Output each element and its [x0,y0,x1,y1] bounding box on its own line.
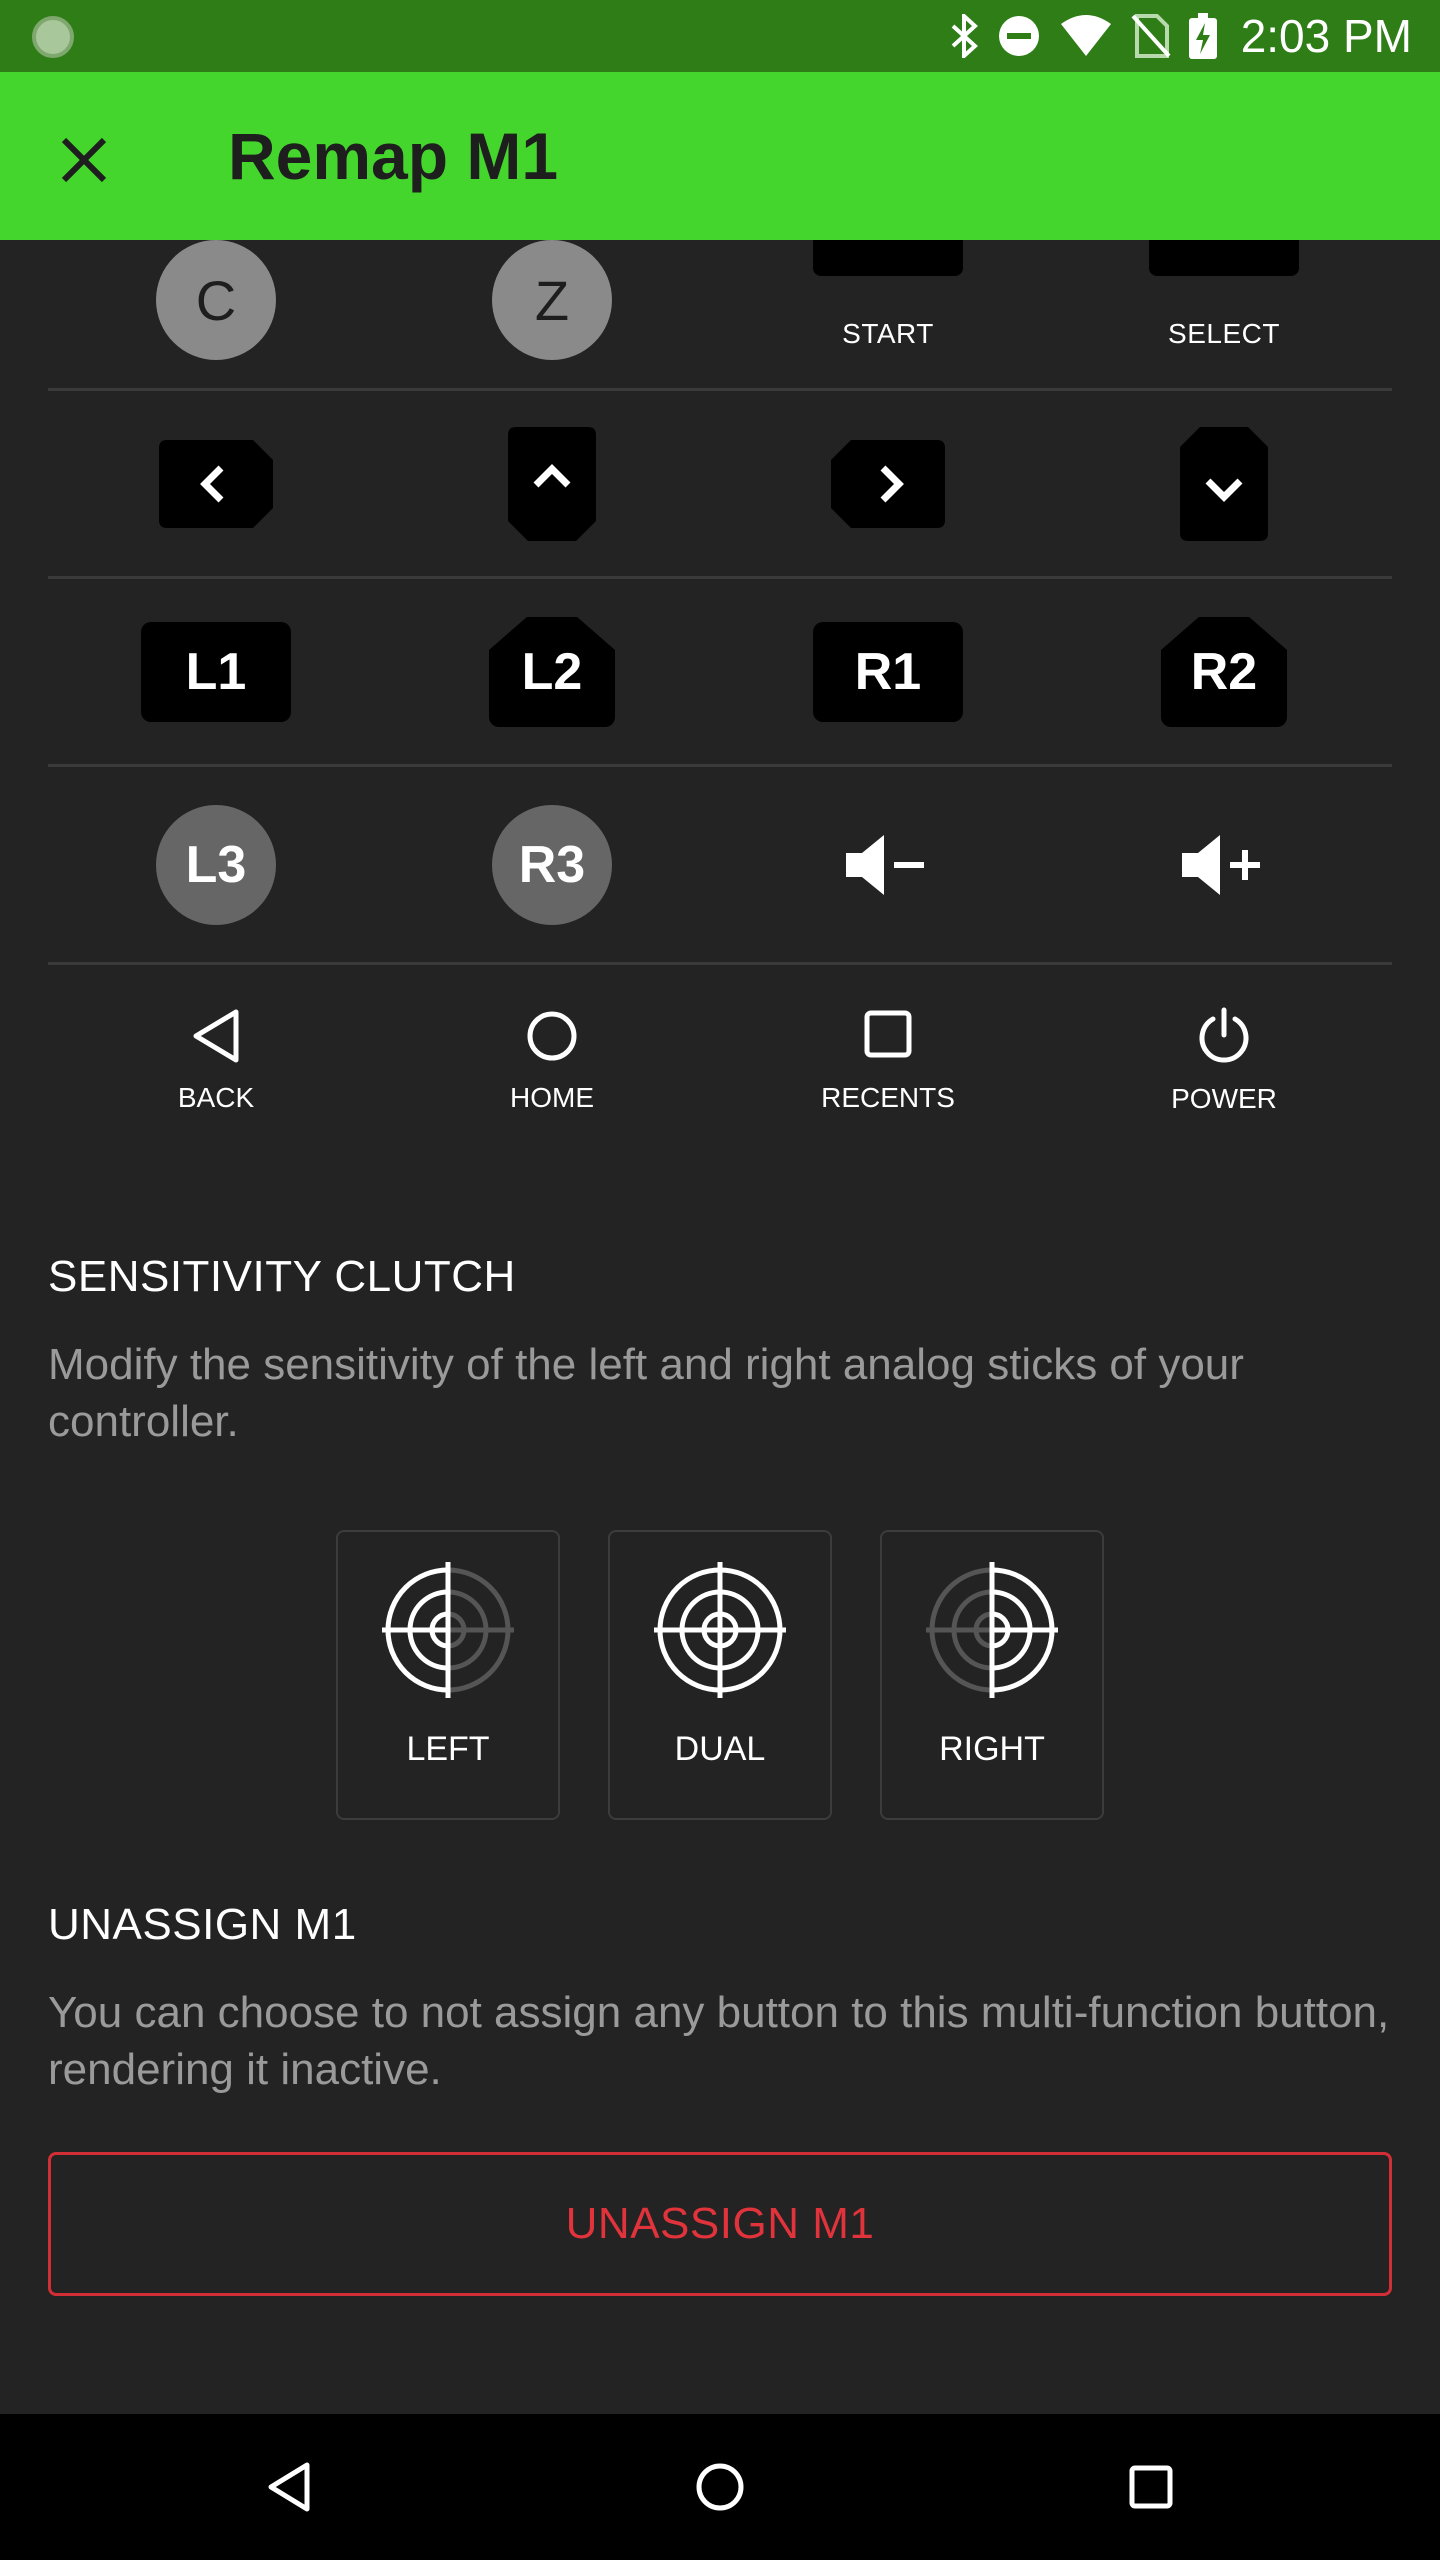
do-not-disturb-icon [998,16,1039,56]
clutch-option-dual[interactable]: DUAL [608,1530,832,1820]
system-button-row: BACK HOME RECENTS POWER [48,966,1392,1156]
nav-back-button[interactable] [252,2450,326,2524]
status-time: 2:03 PM [1240,10,1412,62]
status-bar: 2:03 PM [0,0,1440,72]
recents-square-icon [864,1010,912,1058]
start-label: START [842,318,934,349]
dpad-left-icon [159,440,273,528]
l1-button: L1 [141,622,291,722]
dpad-down-icon [1180,427,1268,541]
volume-up-icon [1182,835,1260,895]
clutch-right-label: RIGHT [939,1730,1045,1768]
remap-option-power[interactable]: POWER [1056,966,1392,1156]
nav-home-icon [696,2463,744,2511]
remap-option-l1[interactable]: L1 [48,580,384,764]
l3-button: L3 [156,805,276,925]
remap-option-select[interactable]: SELECT [1056,240,1392,388]
remap-option-r1[interactable]: R1 [720,580,1056,764]
nav-recents-icon [1129,2465,1173,2509]
divider [48,576,1392,579]
app-icon [32,16,74,58]
remap-option-dpad-up[interactable] [384,392,720,576]
r3-button: R3 [492,805,612,925]
remap-option-dpad-right[interactable] [720,392,1056,576]
volume-down-icon [846,835,924,895]
remap-option-c[interactable]: C [48,240,384,388]
sensitivity-clutch-description: Modify the sensitivity of the left and r… [48,1340,1244,1446]
remap-option-z[interactable]: Z [384,240,720,388]
crosshair-left-icon [382,1562,514,1698]
start-button-graphic [813,240,963,276]
unassign-button[interactable]: UNASSIGN M1 [48,2152,1392,2296]
clutch-option-left[interactable]: LEFT [336,1530,560,1820]
power-label: POWER [1171,1083,1277,1114]
remap-option-volume-up[interactable] [1056,768,1392,962]
home-circle-icon [527,1011,577,1061]
remap-option-dpad-left[interactable] [48,392,384,576]
status-icons: 2:03 PM [949,0,1412,72]
main-content: C Z START SELECT L1 L2 R1 R2 L3 R3 BACK … [0,240,1440,2414]
r1-button: R1 [813,622,963,722]
shoulder-row: L1 L2 R1 R2 [48,580,1392,764]
clutch-dual-label: DUAL [674,1730,766,1768]
sensitivity-clutch-title: SENSITIVITY CLUTCH [48,1252,516,1301]
wifi-icon [1060,15,1111,56]
select-button-graphic [1149,240,1299,276]
r2-button: R2 [1161,617,1287,727]
remap-option-dpad-down[interactable] [1056,392,1392,576]
remap-option-r3[interactable]: R3 [384,768,720,962]
remap-option-volume-down[interactable] [720,768,1056,962]
clutch-option-right[interactable]: RIGHT [880,1530,1104,1820]
recents-label: RECENTS [821,1082,955,1113]
remap-option-recents[interactable]: RECENTS [720,966,1056,1156]
dpad-up-icon [508,427,596,541]
divider [48,388,1392,391]
dpad-row [48,392,1392,576]
nav-back-icon [268,2462,310,2512]
c-button: C [156,240,276,360]
remap-option-r2[interactable]: R2 [1056,580,1392,764]
remap-option-back[interactable]: BACK [48,966,384,1156]
remap-option-home[interactable]: HOME [384,966,720,1156]
unassign-title: UNASSIGN M1 [48,1900,357,1949]
l2-button: L2 [489,617,615,727]
nav-recents-button[interactable] [1114,2450,1188,2524]
crosshair-dual-icon [654,1562,786,1698]
remap-option-l2[interactable]: L2 [384,580,720,764]
crosshair-right-icon [926,1562,1058,1698]
battery-charging-icon [1188,13,1217,59]
back-label: BACK [177,1082,255,1113]
close-icon [61,137,107,183]
no-sim-icon [1131,14,1171,58]
remap-option-l3[interactable]: L3 [48,768,384,962]
select-label: SELECT [1168,318,1280,349]
system-nav-bar [0,2414,1440,2560]
close-button[interactable] [40,116,128,204]
app-bar: Remap M1 [0,72,1440,240]
back-triangle-icon [193,1009,239,1063]
home-label: HOME [510,1082,594,1113]
button-row-1: C Z START SELECT [48,240,1392,388]
divider [48,764,1392,767]
dpad-right-icon [831,440,945,528]
nav-home-button[interactable] [683,2450,757,2524]
page-title: Remap M1 [228,119,559,193]
stick-volume-row: L3 R3 [48,768,1392,962]
remap-option-start[interactable]: START [720,240,1056,388]
power-icon [1199,1007,1249,1063]
clutch-left-label: LEFT [406,1730,490,1768]
unassign-description: You can choose to not assign any button … [48,1988,1390,2094]
z-button: Z [492,240,612,360]
bluetooth-icon [951,14,978,58]
divider [48,962,1392,965]
